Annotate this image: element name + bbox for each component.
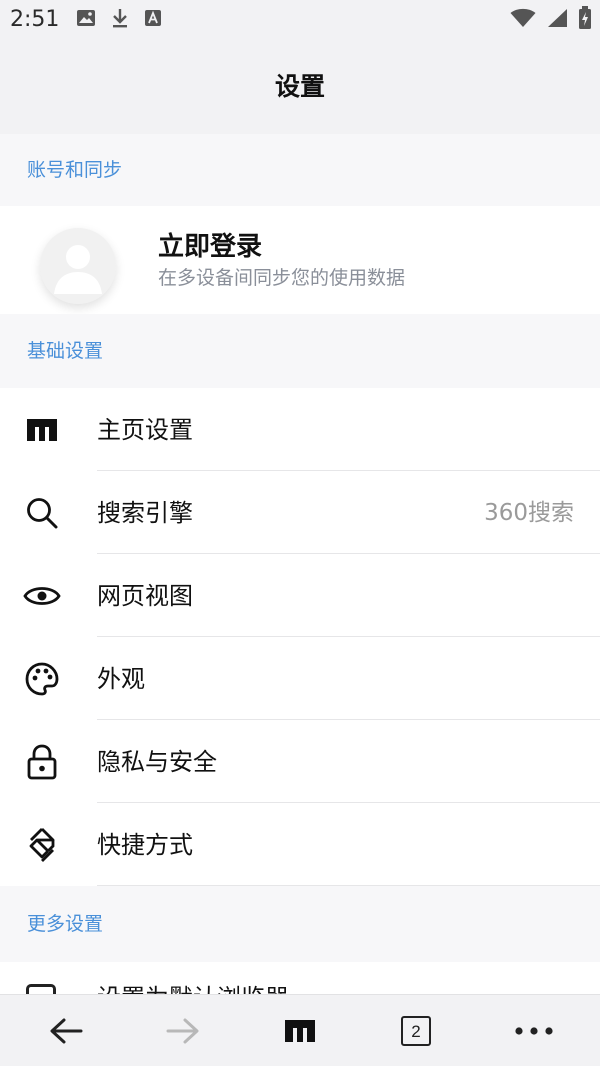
user-placeholder-icon: [40, 228, 116, 304]
eye-icon: [22, 576, 62, 616]
shortcut-icon: [22, 825, 62, 865]
status-time: 2:51: [10, 7, 60, 32]
home-button[interactable]: [278, 1009, 322, 1053]
login-subtitle: 在多设备间同步您的使用数据: [158, 267, 406, 289]
forward-arrow-icon: [166, 1018, 199, 1044]
search-icon: [22, 493, 62, 533]
tabs-icon: 2: [401, 1016, 431, 1046]
back-arrow-icon: [50, 1018, 83, 1044]
settings-item-label: 快捷方式: [97, 830, 193, 859]
download-icon: [110, 7, 130, 33]
settings-item-search-engine[interactable]: 搜索引擎 360搜索: [0, 471, 600, 554]
back-button[interactable]: [44, 1009, 88, 1053]
login-title: 立即登录: [158, 232, 263, 262]
status-bar: 2:51: [0, 0, 600, 40]
settings-item-label: 隐私与安全: [97, 747, 217, 776]
signal-icon: [546, 8, 568, 32]
battery-icon: [578, 6, 592, 34]
keyboard-a-icon: [144, 9, 162, 31]
home-icon: [285, 1020, 315, 1042]
section-header-more: 更多设置: [0, 886, 600, 962]
more-menu-button[interactable]: [512, 1009, 556, 1053]
status-right-icons: [510, 6, 592, 34]
bottom-nav: 2: [0, 994, 600, 1066]
search-engine-value: 360搜索: [484, 499, 574, 526]
tab-count: 2: [411, 1021, 421, 1041]
settings-item-appearance[interactable]: 外观: [0, 637, 600, 720]
tabs-button[interactable]: 2: [394, 1009, 438, 1053]
lock-icon: [22, 742, 62, 782]
home-icon: [22, 410, 62, 450]
wifi-icon: [510, 8, 536, 32]
settings-item-home[interactable]: 主页设置: [0, 388, 600, 471]
section-header-account: 账号和同步: [0, 134, 600, 206]
section-label-account: 账号和同步: [27, 159, 123, 181]
page-title: 设置: [274, 72, 325, 101]
section-label-more: 更多设置: [27, 913, 104, 935]
more-icon: [515, 1027, 553, 1035]
settings-item-label: 网页视图: [97, 581, 193, 610]
title-bar: 设置: [0, 40, 600, 134]
settings-item-label: 主页设置: [97, 415, 193, 444]
settings-item-label: 搜索引擎: [97, 498, 193, 527]
palette-icon: [22, 659, 62, 699]
forward-button[interactable]: [161, 1009, 205, 1053]
settings-item-label: 外观: [97, 664, 145, 693]
settings-item-label: 设置为默认浏览器: [97, 982, 289, 994]
settings-item-privacy[interactable]: 隐私与安全: [0, 720, 600, 803]
image-icon: [76, 8, 96, 32]
login-card[interactable]: 立即登录 在多设备间同步您的使用数据: [0, 206, 600, 314]
avatar: [40, 228, 116, 304]
section-header-basic: 基础设置: [0, 314, 600, 388]
settings-item-web-view[interactable]: 网页视图: [0, 554, 600, 637]
settings-list: 主页设置 搜索引擎 360搜索 网页视图 外观 隐私与安全 快捷方式: [0, 388, 600, 886]
section-label-basic: 基础设置: [27, 340, 104, 362]
status-left-icons: [76, 8, 162, 32]
settings-item-shortcuts[interactable]: 快捷方式: [0, 803, 600, 886]
settings-item-default-browser[interactable]: 设置为默认浏览器: [0, 962, 600, 994]
default-browser-icon: [26, 984, 56, 994]
